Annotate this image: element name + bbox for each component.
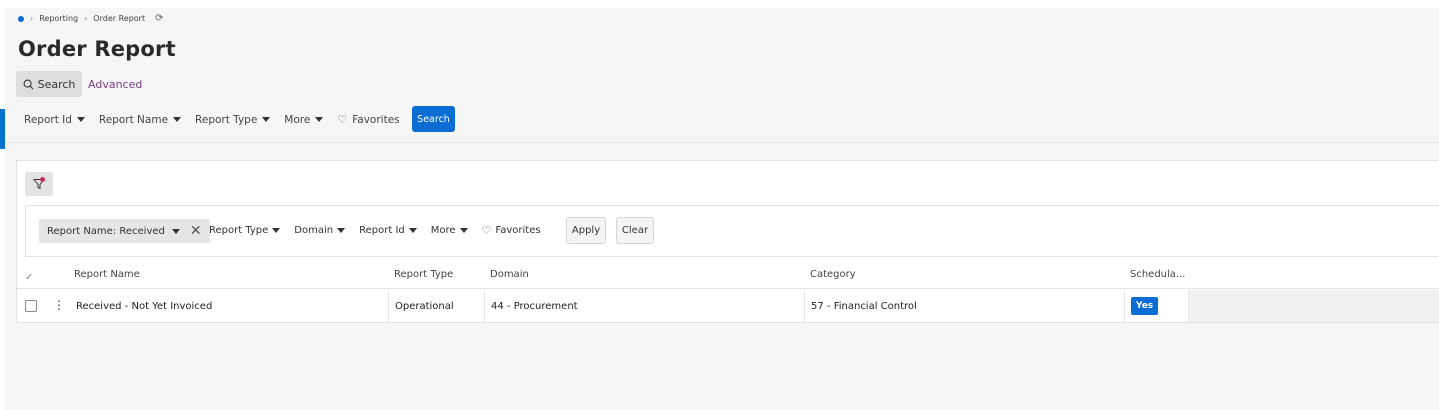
column-report-type[interactable]: Report Type (394, 269, 453, 280)
divider (5, 142, 1439, 143)
cell-report-type: Operational (389, 290, 485, 322)
filter-label: Report Type (195, 113, 258, 126)
caret-down-icon[interactable] (171, 228, 180, 234)
filter-panel: Report Name: Received ✕ Report Type Doma… (25, 205, 1439, 257)
refresh-icon[interactable]: ⟳ (155, 13, 163, 24)
column-schedulable[interactable]: Schedula... (1130, 269, 1185, 280)
row-checkbox[interactable] (25, 300, 37, 312)
filter-domain[interactable]: Domain (294, 225, 346, 236)
favorites-label: Favorites (352, 113, 400, 126)
search-tab[interactable]: Search (16, 71, 82, 97)
cell-category: 57 - Financial Control (805, 290, 1125, 322)
chip-label: Report Name: Received (47, 225, 165, 237)
page-title: Order Report (18, 37, 176, 61)
heart-icon: ♡ (481, 224, 492, 237)
caret-down-icon (408, 228, 417, 233)
status-badge: Yes (1131, 297, 1159, 315)
favorites-filter[interactable]: ♡ Favorites (482, 224, 541, 237)
heart-icon: ♡ (337, 113, 348, 126)
search-icon (23, 79, 34, 89)
apply-button[interactable]: Apply (566, 217, 606, 244)
cell-text: Operational (395, 300, 454, 312)
caret-down-icon (272, 228, 281, 233)
filter-label: Report Id (359, 225, 405, 236)
table-header: ✓ Report Name Report Type Domain Categor… (17, 264, 1439, 289)
filter-report-type[interactable]: Report Type (195, 113, 271, 126)
caret-down-icon (76, 117, 85, 122)
filter-report-type[interactable]: Report Type (209, 225, 281, 236)
filter-toggle-button[interactable] (25, 172, 53, 196)
left-edge (0, 8, 5, 410)
active-filter-indicator (40, 177, 45, 182)
column-category[interactable]: Category (810, 269, 856, 280)
filter-label: Report Id (24, 113, 72, 126)
filter-label: Report Name (98, 113, 169, 126)
filter-label: Domain (294, 225, 334, 236)
inner-filter-bar: Report Type Domain Report Id More ♡ Favor… (209, 224, 555, 237)
results-panel: Report Name: Received ✕ Report Type Doma… (16, 160, 1439, 323)
search-tab-label: Search (37, 77, 76, 91)
filter-more[interactable]: More (431, 225, 468, 236)
kebab-icon[interactable]: ⋮ (53, 298, 65, 312)
breadcrumb-reporting[interactable]: Reporting (39, 14, 78, 23)
breadcrumb: › Reporting › Order Report ⟳ (18, 13, 163, 24)
filter-label: More (430, 225, 456, 236)
column-report-name[interactable]: Report Name (74, 269, 140, 280)
cell-schedulable: Yes (1125, 290, 1189, 322)
filter-report-id[interactable]: Report Id (359, 225, 417, 236)
filter-label: More (284, 113, 311, 126)
top-strip (0, 0, 1439, 8)
cell-text: 44 - Procurement (491, 300, 578, 312)
filter-label: Report Type (209, 225, 269, 236)
advanced-link[interactable]: Advanced (88, 78, 142, 91)
favorites-filter[interactable]: ♡ Favorites (337, 113, 399, 126)
close-icon[interactable]: ✕ (190, 223, 202, 239)
cell-report-name: Received - Not Yet Invoiced (70, 290, 389, 322)
row-remainder (1189, 290, 1439, 322)
favorites-label: Favorites (495, 225, 541, 236)
table-row[interactable]: ⋮ Received - Not Yet Invoiced Operationa… (17, 290, 1439, 322)
breadcrumb-order-report: Order Report (93, 14, 146, 23)
filter-more[interactable]: More (284, 113, 324, 126)
clear-button[interactable]: Clear (616, 217, 654, 244)
left-accent-bar (0, 109, 5, 149)
cell-text: Received - Not Yet Invoiced (76, 300, 213, 312)
filter-chip-report-name[interactable]: Report Name: Received ✕ (39, 219, 210, 243)
home-dot-icon[interactable] (18, 15, 24, 22)
caret-down-icon (459, 228, 468, 233)
filter-report-id[interactable]: Report Id (24, 114, 85, 126)
caret-down-icon (315, 117, 324, 122)
cell-text: 57 - Financial Control (811, 300, 917, 312)
chevron-right-icon: › (84, 14, 88, 23)
chevron-right-icon: › (30, 14, 34, 23)
filter-report-name[interactable]: Report Name (98, 113, 182, 126)
column-domain[interactable]: Domain (490, 269, 529, 280)
top-filter-bar: Report Id Report Name Report Type More ♡… (24, 113, 414, 126)
cell-domain: 44 - Procurement (485, 290, 805, 322)
caret-down-icon (262, 117, 271, 122)
checkmark-icon[interactable]: ✓ (25, 272, 33, 283)
caret-down-icon (337, 228, 346, 233)
search-button[interactable]: Search (412, 106, 455, 132)
caret-down-icon (173, 117, 182, 122)
